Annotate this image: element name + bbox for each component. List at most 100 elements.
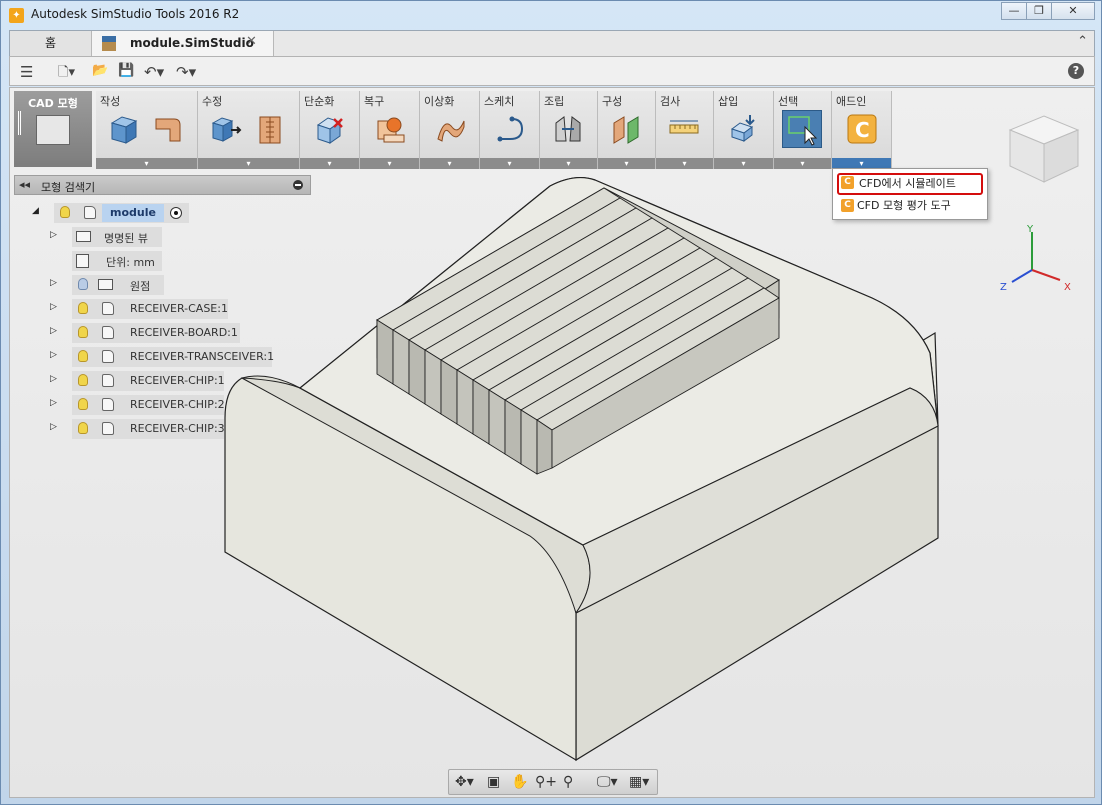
visibility-bulb-icon[interactable] <box>78 374 88 386</box>
ribbon-group-repair[interactable]: 복구 ▾ <box>360 91 420 169</box>
ribbon-group-dropdown[interactable]: ▾ <box>420 158 479 169</box>
tree-row-origin[interactable]: ▷ 원점 <box>50 275 164 295</box>
expand-arrow-icon[interactable]: ▷ <box>50 374 57 384</box>
orbit-icon[interactable]: ✥▾ <box>455 774 474 790</box>
tab-close-icon[interactable]: ✕ <box>246 34 257 49</box>
visibility-bulb-icon[interactable] <box>78 278 88 290</box>
close-button[interactable]: ✕ <box>1051 2 1095 20</box>
ribbon-group-select[interactable]: 선택 ▾ <box>774 91 832 169</box>
tree-row-units[interactable]: 단위: mm <box>72 251 162 271</box>
ribbon-group-insert[interactable]: 삽입 ▾ <box>714 91 774 169</box>
ribbon-group-dropdown[interactable]: ▾ <box>540 158 597 169</box>
ribbon-group-label: 스케치 <box>484 95 515 108</box>
tab-home[interactable]: 홈 <box>10 31 92 56</box>
maximize-button[interactable]: ❐ <box>1026 2 1052 20</box>
ribbon-group-dropdown[interactable]: ▾ <box>714 158 773 169</box>
undo-icon[interactable]: ↶▾ <box>144 63 164 81</box>
ribbon-group-create[interactable]: 작성 ▾ <box>96 91 198 169</box>
remove-features-icon[interactable] <box>314 113 346 145</box>
open-folder-icon[interactable]: 📂 <box>92 63 108 78</box>
new-file-icon[interactable]: 🗋▾ <box>58 63 75 85</box>
workspace-label: CAD 모형 <box>28 97 78 110</box>
pan-icon[interactable]: ✋ <box>511 774 528 790</box>
menu-item-simulate-in-cfd[interactable]: C CFD에서 시뮬레이트 <box>837 173 983 195</box>
ribbon-group-addins[interactable]: 애드인 C ▾ <box>832 91 892 169</box>
ribbon-group-modify[interactable]: 수정 ▾ <box>198 91 300 169</box>
visibility-bulb-icon[interactable] <box>78 302 88 314</box>
ribbon-group-dropdown[interactable]: ▾ <box>480 158 539 169</box>
browser-minimize-icon[interactable] <box>293 180 303 190</box>
activate-radio-icon[interactable] <box>170 207 182 219</box>
save-icon[interactable]: 💾 <box>118 63 134 78</box>
fit-icon[interactable]: ⚲ <box>563 774 573 790</box>
tree-row-component[interactable]: ▷ RECEIVER-TRANSCEIVER:1 <box>50 347 274 367</box>
look-at-icon[interactable]: ▣ <box>487 774 500 790</box>
tree-row-component[interactable]: ▷ RECEIVER-CHIP:2 <box>50 395 230 415</box>
ribbon-group-inspect[interactable]: 검사 ▾ <box>656 91 714 169</box>
ribbon-group-assemble[interactable]: 조립 ▾ <box>540 91 598 169</box>
visibility-bulb-icon[interactable] <box>78 350 88 362</box>
tree-row-component[interactable]: ▷ RECEIVER-CHIP:1 <box>50 371 230 391</box>
tree-row-component[interactable]: ▷ RECEIVER-CASE:1 <box>50 299 240 319</box>
cfd-addin-icon[interactable]: C <box>846 113 878 145</box>
app-window: ✦ Autodesk SimStudio Tools 2016 R2 — ❐ ✕… <box>0 0 1102 805</box>
drag-handle[interactable] <box>18 111 21 135</box>
tree-row-component[interactable]: ▷ RECEIVER-BOARD:1 <box>50 323 240 343</box>
ribbon-group-idealize[interactable]: 이상화 ▾ <box>420 91 480 169</box>
tree-row-named-views[interactable]: ▷ 명명된 뷰 <box>50 227 162 247</box>
ribbon-group-dropdown[interactable]: ▾ <box>360 158 419 169</box>
ribbon-group-dropdown[interactable]: ▾ <box>96 158 197 169</box>
visibility-bulb-icon[interactable] <box>60 206 70 218</box>
minimize-button[interactable]: — <box>1001 2 1027 20</box>
tree-label: 원점 <box>130 280 151 293</box>
visibility-bulb-icon[interactable] <box>78 326 88 338</box>
ribbon-group-dropdown[interactable]: ▾ <box>598 158 655 169</box>
zoom-icon[interactable]: ⚲+ <box>535 774 557 790</box>
tree-root-row[interactable]: ◢ module <box>30 203 190 223</box>
tab-document[interactable]: module.SimStudio ✕ <box>92 31 274 57</box>
select-tool-button[interactable] <box>782 110 822 148</box>
ribbon-group-dropdown[interactable]: ▾ <box>656 158 713 169</box>
expand-arrow-icon[interactable]: ▷ <box>50 398 57 408</box>
cfd-icon: C <box>841 176 854 189</box>
ribbon-group-dropdown[interactable]: ▾ <box>198 158 299 169</box>
sketch-arc-icon[interactable] <box>494 113 526 145</box>
ribbon-group-simplify[interactable]: 단순화 ▾ <box>300 91 360 169</box>
expand-arrow-icon[interactable]: ▷ <box>50 422 57 432</box>
repair-icon[interactable] <box>374 113 406 145</box>
bend-icon[interactable] <box>152 113 184 145</box>
press-pull-icon[interactable] <box>210 113 242 145</box>
redo-icon[interactable]: ↷▾ <box>176 63 196 81</box>
idealize-icon[interactable] <box>434 113 466 145</box>
expand-arrow-icon[interactable]: ◢ <box>32 206 39 216</box>
ribbon-group-label: 작성 <box>100 95 121 108</box>
insert-icon[interactable] <box>728 113 760 145</box>
collapse-browser-icon[interactable]: ◂◂ <box>19 178 30 191</box>
grid-settings-icon[interactable]: ▦▾ <box>629 774 649 790</box>
expand-arrow-icon[interactable]: ▷ <box>50 302 57 312</box>
visibility-bulb-icon[interactable] <box>78 422 88 434</box>
box-icon[interactable] <box>108 113 140 145</box>
ribbon-group-sketch[interactable]: 스케치 ▾ <box>480 91 540 169</box>
display-settings-icon[interactable]: 🖵▾ <box>597 774 618 790</box>
expand-arrow-icon[interactable]: ▷ <box>50 278 57 288</box>
measure-icon[interactable] <box>668 113 700 145</box>
expand-arrow-icon[interactable]: ▷ <box>50 350 57 360</box>
ribbon-group-construct[interactable]: 구성 ▾ <box>598 91 656 169</box>
ribbon-group-dropdown[interactable]: ▾ <box>300 158 359 169</box>
visibility-bulb-icon[interactable] <box>78 398 88 410</box>
menu-icon[interactable]: ☰ <box>20 63 33 81</box>
split-body-icon[interactable] <box>254 113 286 145</box>
tree-row-component[interactable]: ▷ RECEIVER-CHIP:3 <box>50 419 230 439</box>
workspace-switcher[interactable]: CAD 모형 <box>14 91 92 167</box>
ribbon-group-dropdown[interactable]: ▾ <box>774 158 831 169</box>
help-icon[interactable]: ? <box>1068 63 1084 79</box>
viewcube[interactable] <box>1002 108 1086 188</box>
expand-arrow-icon[interactable]: ▷ <box>50 326 57 336</box>
document-icon <box>102 36 116 51</box>
plane-icon[interactable] <box>610 113 642 145</box>
menu-item-cfd-model-assessment[interactable]: C CFD 모형 평가 도구 <box>837 196 983 218</box>
expand-arrow-icon[interactable]: ▷ <box>50 230 57 240</box>
collapse-ribbon-icon[interactable]: ⌃ <box>1077 34 1088 49</box>
joint-icon[interactable] <box>552 113 584 145</box>
